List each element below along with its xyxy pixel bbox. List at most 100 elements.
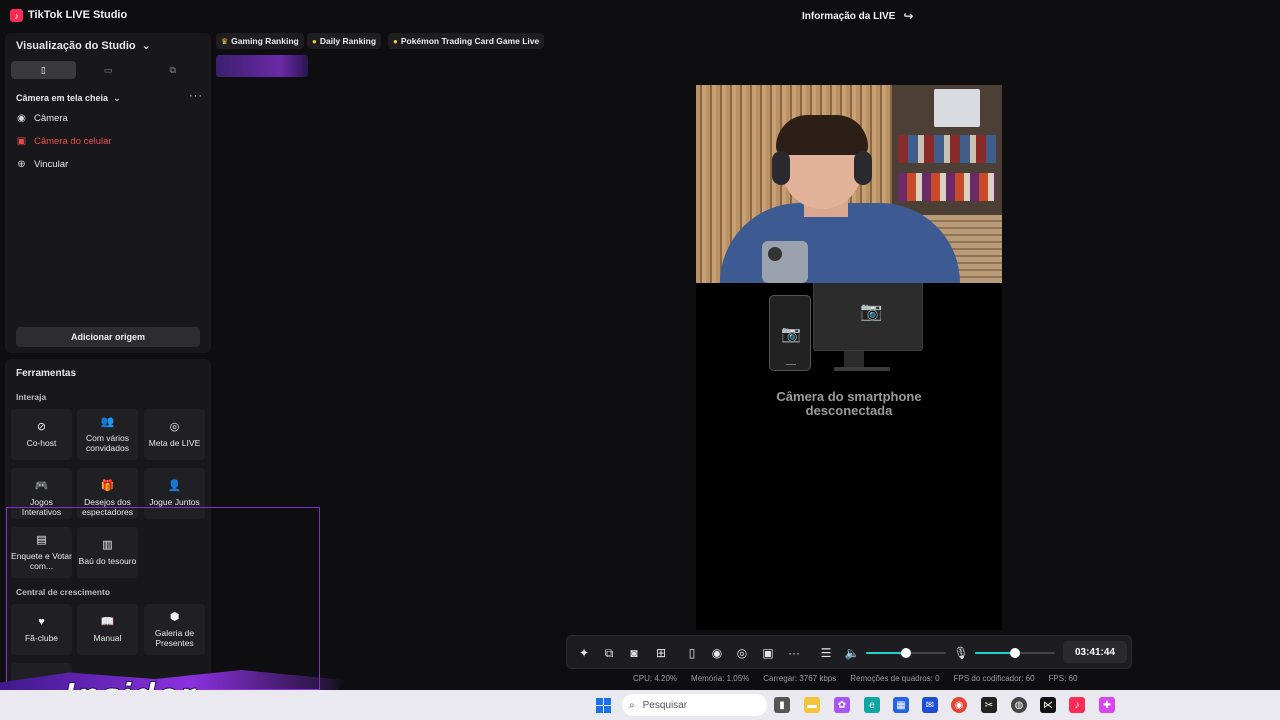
store-icon[interactable]: ▦ bbox=[893, 697, 909, 713]
tool-label: Meta de LIVE bbox=[148, 437, 201, 448]
tool-label: Jogue Juntos bbox=[149, 496, 200, 507]
tool-gift-gallery[interactable]: ⬢ Galeria de Presentes bbox=[144, 604, 205, 655]
headphone-left bbox=[772, 151, 790, 185]
microphone-icon[interactable]: 🎙 bbox=[953, 645, 969, 661]
tool-play-together[interactable]: 👤 Jogue Juntos bbox=[144, 468, 205, 519]
tool-manual[interactable]: 📖 Manual bbox=[77, 604, 138, 655]
file-explorer-icon[interactable]: ▬ bbox=[804, 697, 820, 713]
chip-label: Gaming Ranking bbox=[231, 36, 299, 46]
stat-memory: Memória: 1.05% bbox=[691, 674, 750, 683]
disconnected-message: Câmera do smartphone desconectada bbox=[696, 390, 1002, 418]
more-icon[interactable]: ··· bbox=[786, 645, 802, 661]
gamepad-icon: 🎮 bbox=[34, 480, 49, 492]
landscape-view-button[interactable]: ▭ bbox=[76, 61, 141, 79]
source-item-link[interactable]: ⊕ Vincular bbox=[16, 159, 68, 170]
user-play-icon: 👤 bbox=[167, 479, 182, 492]
chip-gaming-ranking[interactable]: ♛ Gaming Ranking bbox=[216, 33, 304, 49]
search-icon: ⌕ bbox=[629, 699, 635, 711]
chevron-down-icon: ⌄ bbox=[141, 40, 151, 52]
orientation-switcher: ▯ ▭ ⧉ bbox=[11, 61, 205, 79]
search-placeholder: Pesquisar bbox=[642, 699, 688, 711]
section-interaja: Interaja bbox=[16, 392, 47, 402]
poll-icon: ▤ bbox=[36, 533, 47, 546]
tool-multi-guest[interactable]: 👥 Com vários convidados bbox=[77, 409, 138, 460]
headphone-right bbox=[854, 151, 872, 185]
screenshot-icon[interactable]: ◙ bbox=[626, 645, 642, 661]
tool-treasure-chest[interactable]: ▥ Baú do tesouro bbox=[77, 527, 138, 578]
users-icon: 👥 bbox=[100, 415, 115, 428]
settings-sliders-icon[interactable]: ☰ bbox=[818, 645, 834, 661]
obs-icon[interactable]: ◍ bbox=[1011, 697, 1027, 713]
monitor-stand bbox=[844, 351, 864, 367]
capcut-icon[interactable]: ✂ bbox=[981, 697, 997, 713]
tool-interactive-games[interactable]: 🎮 Jogos Interativos bbox=[11, 468, 72, 519]
edge-icon[interactable]: e bbox=[864, 697, 880, 713]
tool-viewer-wishes[interactable]: 🎁 Desejos dos espectadores bbox=[77, 468, 138, 519]
focus-icon[interactable]: ◎ bbox=[734, 645, 750, 661]
mail-icon[interactable]: ✉ bbox=[922, 697, 938, 713]
more-options-icon[interactable]: ··· bbox=[189, 90, 203, 102]
banner-thumbnail[interactable] bbox=[216, 55, 308, 77]
tool-live-goal[interactable]: ◎ Meta de LIVE bbox=[144, 409, 205, 460]
tool-poll[interactable]: ▤ Enquete e Votar com... bbox=[11, 527, 72, 578]
windows-start-icon[interactable] bbox=[596, 698, 611, 713]
task-view-icon[interactable]: ▮ bbox=[774, 697, 790, 713]
tool-co-host[interactable]: ⊘ Co-host bbox=[11, 409, 72, 460]
heart-icon: ♥ bbox=[38, 615, 45, 628]
monitor-base bbox=[834, 367, 890, 371]
add-screen-icon[interactable]: ⊞ bbox=[653, 645, 669, 661]
copilot-icon[interactable]: ✿ bbox=[834, 697, 850, 713]
chrome-icon[interactable]: ◉ bbox=[951, 697, 967, 713]
phone-home-bar bbox=[786, 363, 796, 365]
dual-view-button[interactable]: ⧉ bbox=[140, 61, 205, 79]
disconnected-line-2: desconectada bbox=[805, 403, 893, 418]
mic-knob[interactable] bbox=[1010, 648, 1020, 658]
tool-label: Enquete e Votar com... bbox=[11, 550, 72, 571]
source-item-phone-camera[interactable]: ▣ Câmera do celular bbox=[16, 136, 112, 147]
mic-slider[interactable] bbox=[975, 648, 1055, 658]
studio-view-dropdown[interactable]: Visualização do Studio ⌄ bbox=[16, 39, 151, 53]
screen-share-icon[interactable]: ⧉ bbox=[601, 645, 617, 661]
scene-dropdown[interactable]: Câmera em tela cheia ⌄ bbox=[16, 93, 121, 104]
portrait-icon: ▯ bbox=[40, 64, 46, 75]
coin-icon: ● bbox=[393, 36, 398, 46]
app-title: TikTok LIVE Studio bbox=[28, 9, 128, 21]
magic-wand-icon[interactable]: ✦ bbox=[576, 645, 592, 661]
webcam-feed bbox=[696, 85, 1002, 283]
tool-label: Fã-clube bbox=[24, 632, 59, 643]
live-info-button[interactable]: Informação da LIVE ↪ bbox=[802, 9, 913, 23]
link-icon: ⊘ bbox=[36, 420, 47, 433]
section-growth: Central de crescimento bbox=[16, 587, 111, 597]
portrait-view-button[interactable]: ▯ bbox=[11, 61, 76, 79]
stat-cpu: CPU: 4.20% bbox=[633, 674, 678, 683]
tool-fan-club[interactable]: ♥ Fã-clube bbox=[11, 604, 72, 655]
chevron-down-icon: ⌄ bbox=[113, 93, 121, 103]
chip-daily-ranking[interactable]: ● Daily Ranking bbox=[307, 33, 382, 49]
tiktok-live-icon[interactable]: ♪ bbox=[1069, 697, 1085, 713]
stat-fps: FPS: 60 bbox=[1048, 674, 1078, 683]
taskbar-search[interactable]: ⌕ Pesquisar bbox=[622, 694, 767, 716]
scene-label: Câmera em tela cheia bbox=[16, 93, 109, 103]
landscape-icon: ▭ bbox=[103, 64, 113, 75]
mic-fill bbox=[975, 652, 1015, 654]
background-boxes bbox=[898, 135, 996, 163]
editor-app-icon[interactable]: ⋉ bbox=[1040, 697, 1056, 713]
person-hair bbox=[776, 115, 868, 155]
chip-pokemon-tcg[interactable]: ● Pokémon Trading Card Game Live bbox=[388, 33, 545, 49]
speaker-icon[interactable]: 🔈 bbox=[844, 645, 860, 661]
snipping-tool-icon[interactable]: ✚ bbox=[1099, 697, 1115, 713]
source-item-camera[interactable]: ◉ Câmera bbox=[16, 113, 68, 124]
live-info-label: Informação da LIVE bbox=[802, 10, 896, 22]
globe-icon: ⊕ bbox=[17, 159, 26, 170]
phone-illustration: 📷 bbox=[769, 295, 811, 371]
phone-camera-icon: ▣ bbox=[16, 136, 27, 147]
source-label: Câmera bbox=[34, 113, 68, 124]
camera-toggle-icon[interactable]: ▣ bbox=[760, 645, 776, 661]
book-icon: 📖 bbox=[100, 615, 115, 628]
phone-icon[interactable]: ▯ bbox=[684, 645, 700, 661]
record-icon[interactable]: ◉ bbox=[709, 645, 725, 661]
tiktok-logo-icon: ♪ bbox=[10, 9, 23, 22]
volume-slider[interactable] bbox=[866, 648, 946, 658]
add-origin-button[interactable]: Adicionar origem bbox=[16, 327, 200, 347]
volume-knob[interactable] bbox=[901, 648, 911, 658]
